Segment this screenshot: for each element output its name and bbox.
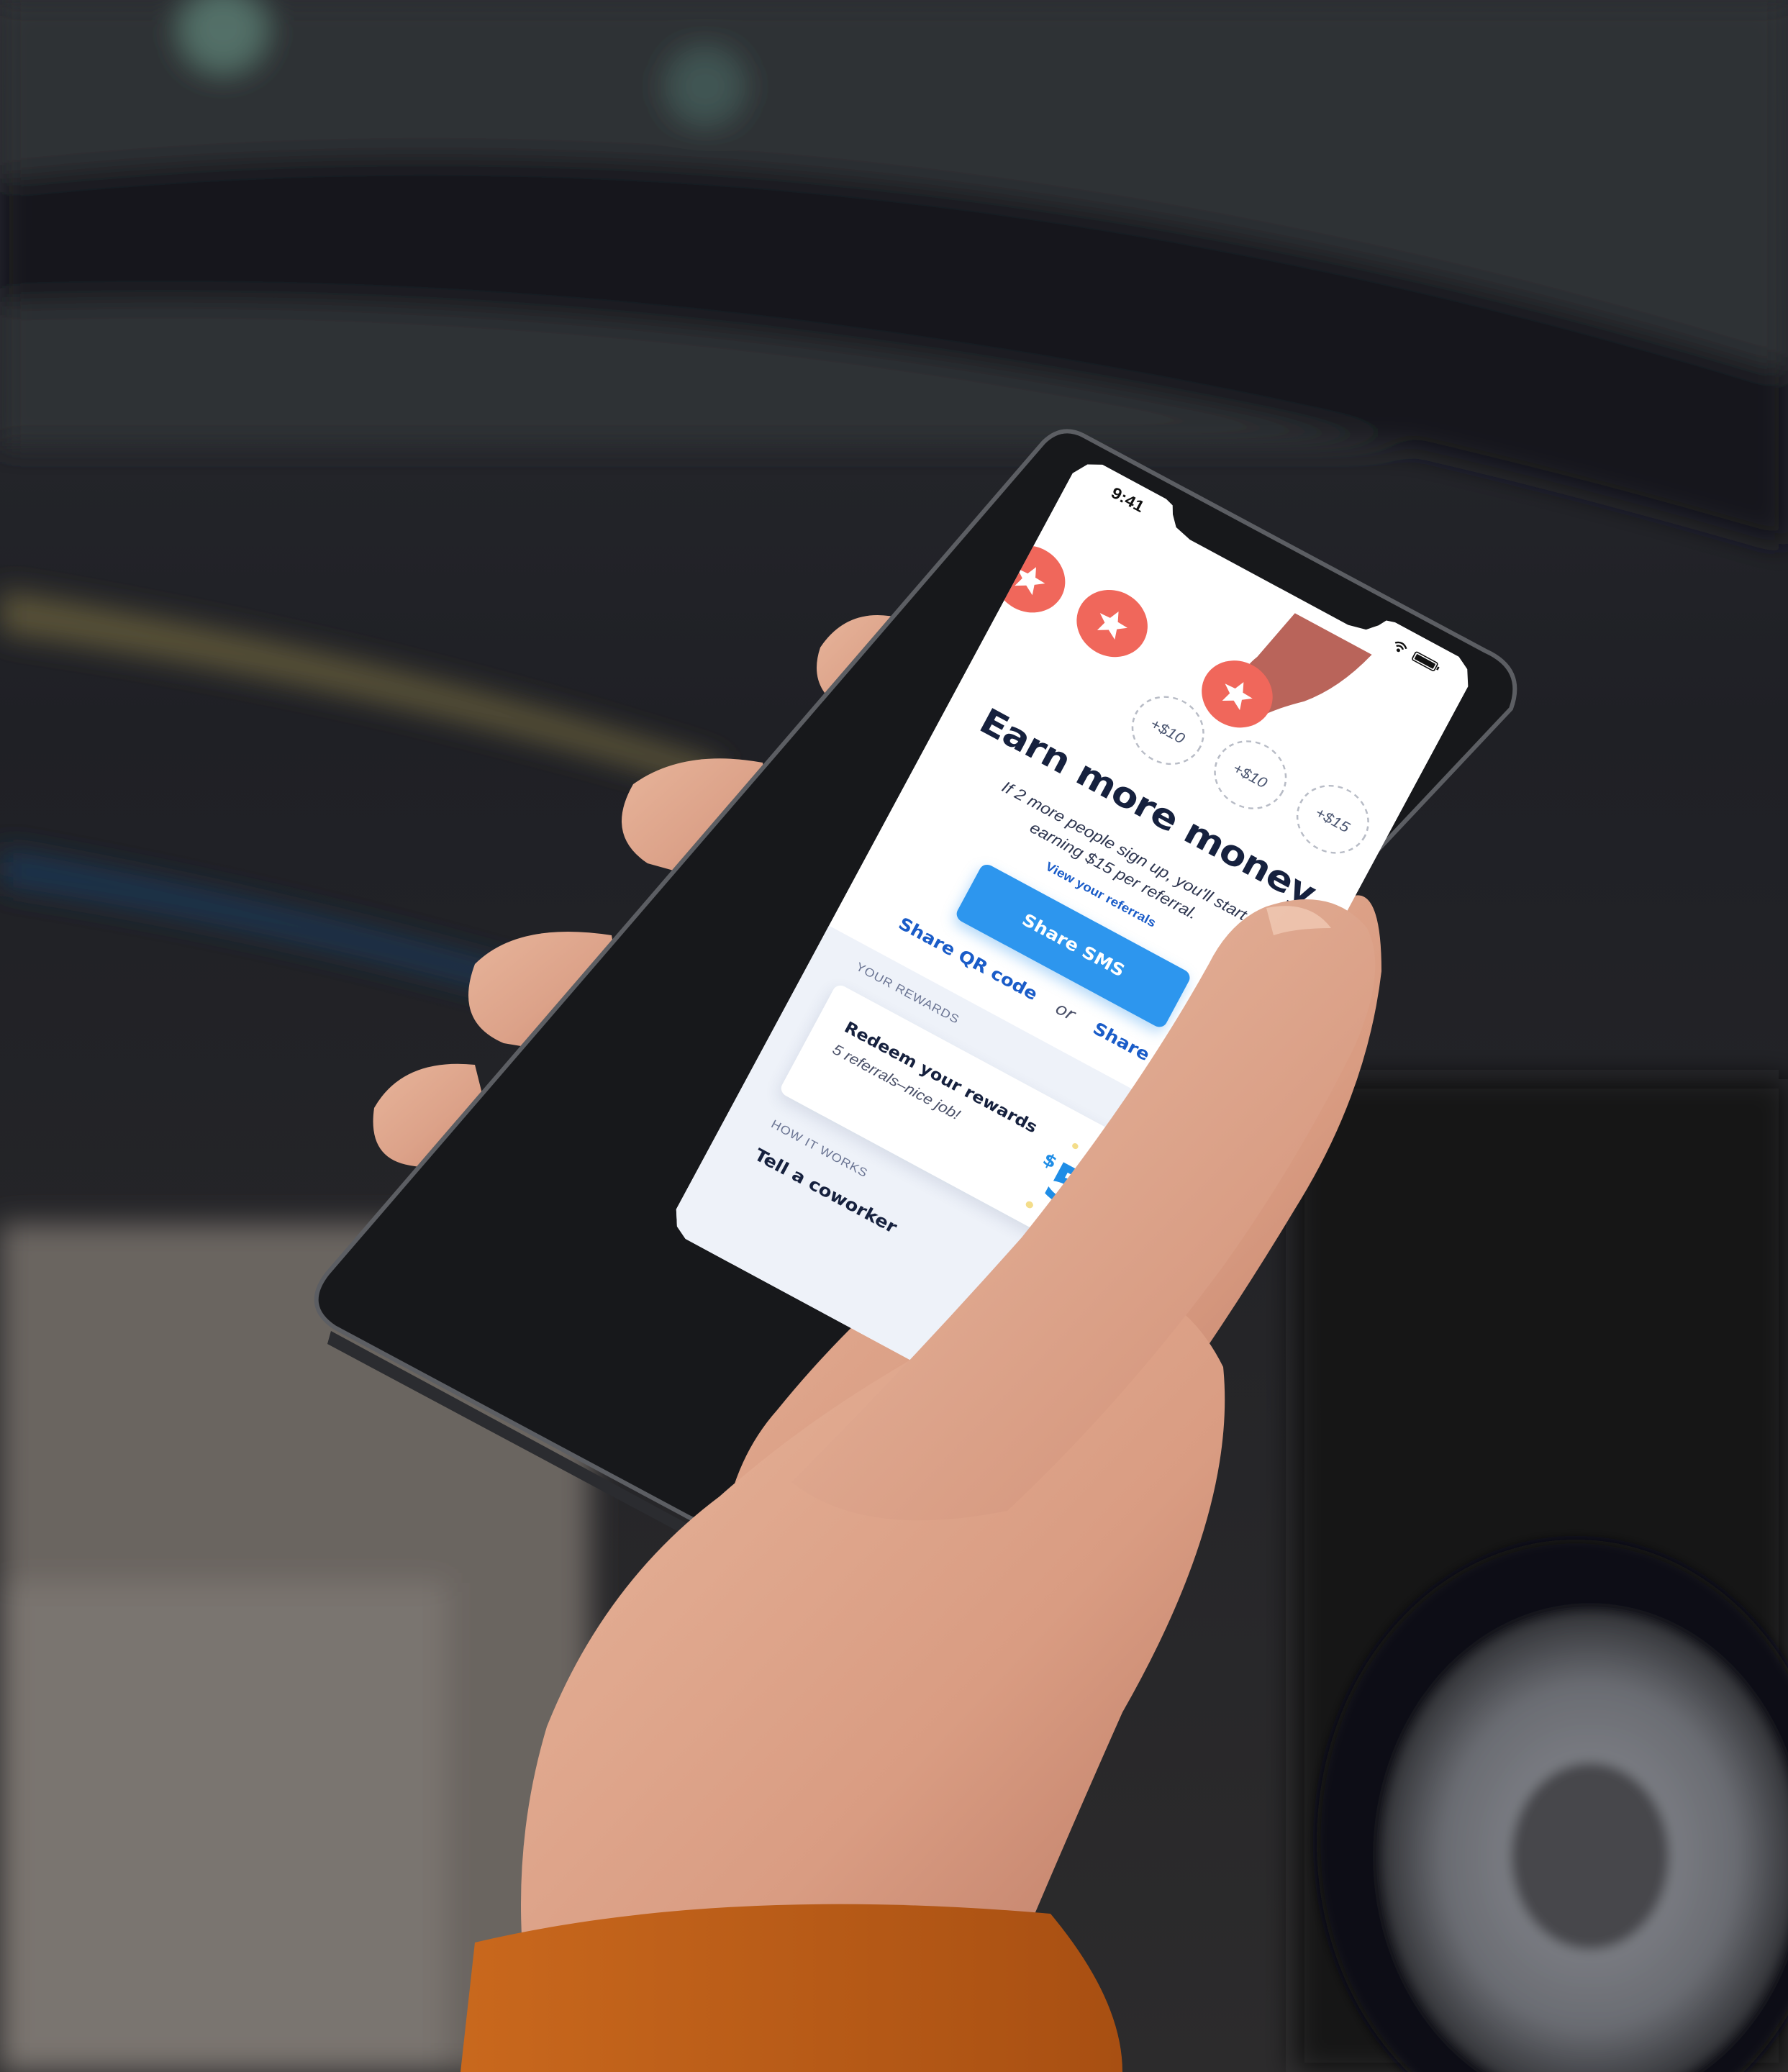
bonus-slot-label: +$15 bbox=[1312, 804, 1353, 836]
bonus-slot-label: +$10 bbox=[1230, 760, 1270, 791]
or-separator: or bbox=[1052, 998, 1079, 1025]
bonus-slot-2: +$10 bbox=[1203, 729, 1298, 821]
battery-icon bbox=[1412, 652, 1440, 673]
wifi-icon bbox=[1392, 640, 1408, 655]
bonus-slot-1: +$10 bbox=[1120, 684, 1215, 776]
bonus-slot-label: +$10 bbox=[1148, 715, 1188, 747]
coin-star-2 bbox=[1065, 578, 1160, 670]
status-time: 9:41 bbox=[1108, 483, 1148, 516]
bonus-slot-3: +$15 bbox=[1286, 773, 1381, 865]
